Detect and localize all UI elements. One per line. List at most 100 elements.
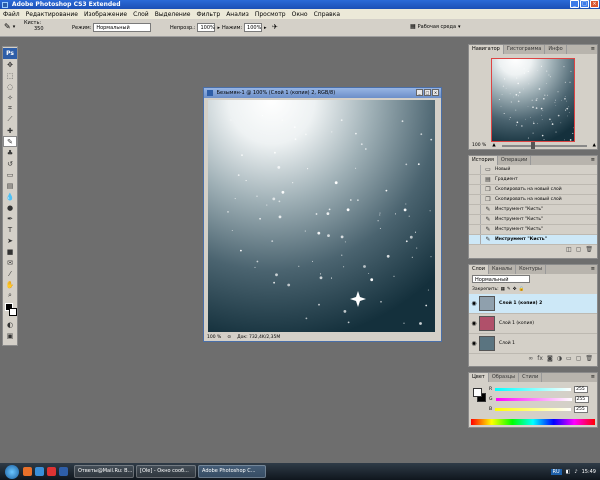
type-tool-icon[interactable]: T [3,224,17,235]
channel-value-input[interactable]: 255 [574,396,589,403]
background-color-swatch[interactable] [9,308,17,316]
panel-menu-icon[interactable]: ≡ [591,45,595,54]
panel-menu-icon[interactable]: ≡ [591,156,595,165]
minimize-button[interactable]: _ [570,0,579,8]
zoom-in-icon[interactable]: ▲ [593,143,596,148]
color-foreground-swatch[interactable] [473,388,482,397]
pen-tool-icon[interactable]: ✒ [3,213,17,224]
clone-stamp-tool-icon[interactable]: ♣ [3,147,17,158]
new-layer-icon[interactable]: ▢ [576,354,582,363]
visibility-eye-icon[interactable]: ◉ [469,320,479,327]
snapshot-icon[interactable]: ◫ [566,245,572,254]
maximize-button[interactable]: □ [580,0,589,8]
document-close-button[interactable]: × [432,89,439,96]
new-document-icon[interactable]: ▢ [576,245,582,254]
history-item[interactable]: ▭ Новый [469,165,597,175]
flow-input[interactable]: 100% [244,23,263,32]
magic-wand-tool-icon[interactable]: ✧ [3,92,17,103]
history-snapshot-source[interactable] [469,205,481,214]
visibility-eye-icon[interactable]: ◉ [469,340,479,347]
tab-actions[interactable]: Операции [498,156,532,165]
volume-icon[interactable]: ♪ [574,469,577,475]
brush-picker[interactable]: Кисть: 350 [24,20,44,32]
menu-item[interactable]: Анализ [226,11,249,18]
language-indicator[interactable]: RU [550,468,562,475]
history-snapshot-source[interactable] [469,195,481,204]
lock-all-icon[interactable]: 🔒 [518,287,524,292]
history-item[interactable]: ✎ Инструмент "Кисть" [469,215,597,225]
channel-slider[interactable] [495,398,572,401]
layer-row[interactable]: ◉ Слой 1 (копия) [469,314,597,334]
lock-transparency-icon[interactable]: ▦ [501,287,505,292]
document-zoom[interactable]: 100 % [207,335,221,340]
menu-item[interactable]: Файл [3,11,20,18]
mode-select[interactable]: Нормальный [93,23,152,32]
history-snapshot-source[interactable] [469,185,481,194]
healing-brush-tool-icon[interactable]: ✚ [3,125,17,136]
brush-tool-icon[interactable]: ✎ [3,136,17,147]
tab-layers[interactable]: Слои [469,265,489,274]
opacity-dropdown-icon[interactable]: ▸ [217,25,220,31]
document-minimize-button[interactable]: _ [416,89,423,96]
menu-item[interactable]: Выделение [155,11,191,18]
tab-info[interactable]: Инфо [545,45,567,54]
trash-icon[interactable]: 🗑 [585,245,593,254]
history-item[interactable]: ✎ Инструмент "Кисть" [469,235,597,245]
trash-icon[interactable]: 🗑 [585,354,593,363]
channel-slider[interactable] [495,388,572,391]
close-button[interactable]: × [590,0,599,8]
move-tool-icon[interactable]: ✥ [3,59,17,70]
tab-navigator[interactable]: Навигатор [469,45,504,54]
blend-mode-select[interactable]: Нормальный [472,275,530,283]
menu-item[interactable]: Изображение [84,11,127,18]
quicklaunch-icon[interactable] [35,467,44,476]
shape-tool-icon[interactable]: ■ [3,246,17,257]
navigator-preview[interactable] [491,58,575,142]
menu-item[interactable]: Окно [292,11,308,18]
photoshop-quicklaunch-icon[interactable] [59,467,68,476]
taskbar-task[interactable]: Ответы@Mail.Ru: В... [74,465,134,478]
marquee-tool-icon[interactable]: ⬚ [3,70,17,81]
lasso-tool-icon[interactable]: ◌ [3,81,17,92]
tool-preset-picker[interactable]: ✎ ▾ [4,22,15,31]
tab-channels[interactable]: Каналы [489,265,517,274]
opera-icon[interactable] [47,467,56,476]
tab-paths[interactable]: Контуры [516,265,546,274]
fx-icon[interactable]: fx [537,354,543,363]
channel-value-input[interactable]: 255 [574,406,589,413]
network-icon[interactable]: ◧ [566,469,571,475]
channel-slider[interactable] [495,408,572,411]
menu-item[interactable]: Редактирование [26,11,78,18]
path-selection-tool-icon[interactable]: ➤ [3,235,17,246]
history-snapshot-source[interactable] [469,235,481,244]
zoom-tool-icon[interactable]: ⌕ [3,290,17,301]
notes-tool-icon[interactable]: ✉ [3,257,17,268]
history-snapshot-source[interactable] [469,215,481,224]
gradient-tool-icon[interactable]: ▤ [3,180,17,191]
zoom-slider-thumb[interactable] [531,141,536,149]
history-brush-tool-icon[interactable]: ↺ [3,158,17,169]
screen-mode-icon[interactable]: ▣ [3,330,17,341]
layer-row[interactable]: ◉ Слой 1 (копия) 2 [469,294,597,314]
tab-color[interactable]: Цвет [469,373,489,382]
firefox-icon[interactable] [23,467,32,476]
link-layers-icon[interactable]: ∞ [528,354,533,363]
eraser-tool-icon[interactable]: ▭ [3,169,17,180]
history-item[interactable]: ❐ Скопировать на новый слой [469,185,597,195]
document-maximize-button[interactable]: □ [424,89,431,96]
document-titlebar[interactable]: Безымян-1 @ 100% (Слой 1 (копия) 2, RGB/… [204,88,441,98]
panel-menu-icon[interactable]: ≡ [591,265,595,274]
visibility-eye-icon[interactable]: ◉ [469,300,479,307]
airbrush-toggle[interactable]: ✈ [272,23,278,31]
navigator-zoom[interactable]: 100 % [472,143,486,148]
history-snapshot-source[interactable] [469,165,481,174]
history-item[interactable]: ✎ Инструмент "Кисть" [469,225,597,235]
menu-item[interactable]: Просмотр [255,11,286,18]
history-item[interactable]: ▤ Градиент [469,175,597,185]
menu-item[interactable]: Слой [133,11,149,18]
layer-row[interactable]: ◉ Слой 1 [469,334,597,354]
history-snapshot-source[interactable] [469,225,481,234]
history-snapshot-source[interactable] [469,175,481,184]
dodge-tool-icon[interactable]: ● [3,202,17,213]
blur-tool-icon[interactable]: 💧 [3,191,17,202]
